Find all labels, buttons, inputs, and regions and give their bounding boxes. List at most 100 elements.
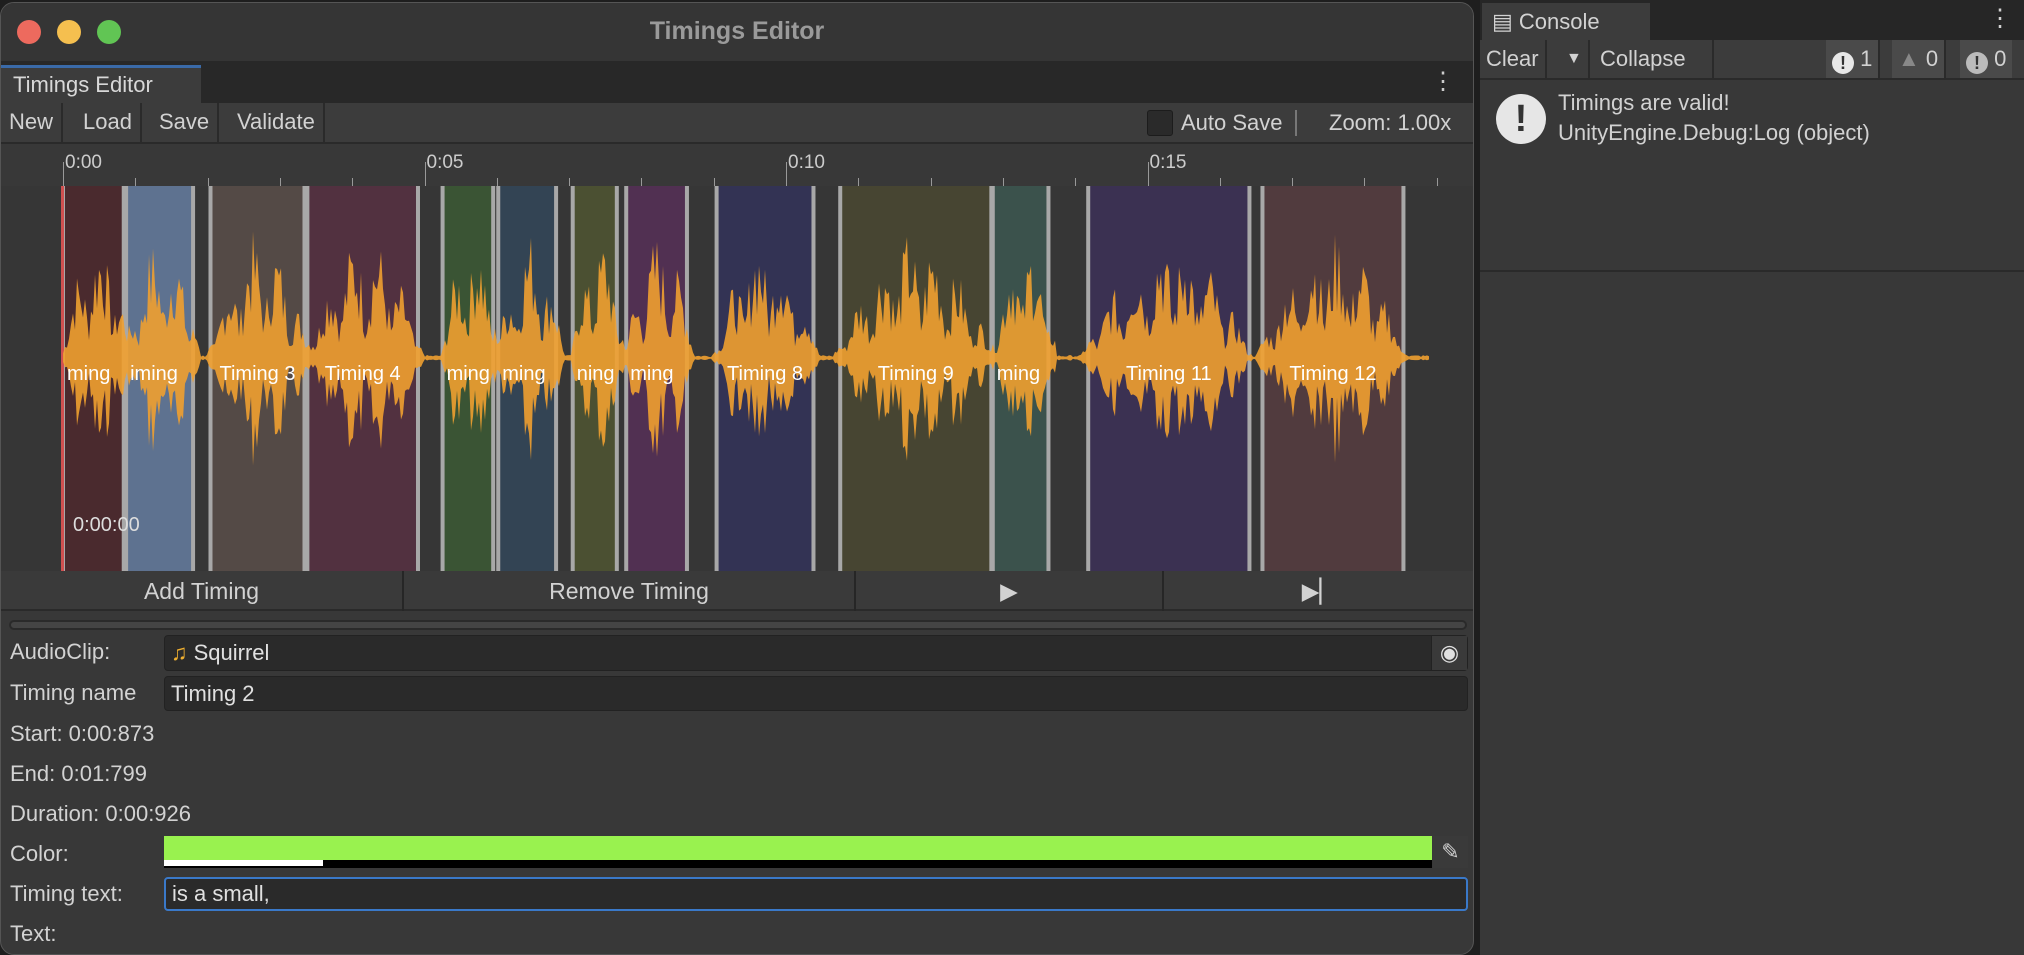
info-icon: ! [1832, 52, 1854, 74]
skip-next-icon: ▶▏ [1301, 578, 1338, 604]
timing-text-input[interactable] [164, 877, 1468, 911]
ruler-tick [279, 178, 281, 186]
warning-icon: ▲ [1898, 46, 1920, 71]
ruler-tick [713, 178, 715, 186]
console-panel: ▤ Console ⋮ Clear ▼ Collapse ! 1 ▲ 0 ! 0… [1480, 0, 2024, 955]
remove-timing-button[interactable]: Remove Timing [404, 571, 856, 611]
info-count: 1 [1860, 46, 1873, 71]
segment-label: Timing 3 [220, 363, 296, 385]
playhead [61, 186, 64, 571]
ruler-tick [424, 162, 426, 186]
segment-start-handle [496, 186, 501, 571]
color-field[interactable] [164, 836, 1432, 868]
auto-save-checkbox[interactable] [1147, 110, 1173, 136]
segment-label: Timing 12 [1289, 363, 1376, 385]
log-entry[interactable]: Timings are valid! UnityEngine.Debug:Log… [1558, 88, 1870, 148]
play-button[interactable]: ▶ [856, 571, 1164, 611]
ruler-tick [1436, 178, 1438, 186]
timing-name-input[interactable] [164, 676, 1468, 711]
segment-start-handle [208, 186, 213, 571]
segment-start-handle [714, 186, 719, 571]
ruler-tick [1002, 178, 1004, 186]
save-button[interactable]: Save [151, 103, 220, 142]
info-message-icon: ! [1496, 94, 1546, 144]
segment-start-handle [440, 186, 445, 571]
ruler-label: 0:05 [426, 152, 464, 173]
end-time: End: 0:01:799 [10, 761, 148, 786]
segment-start-handle [990, 186, 995, 571]
ruler-label: 0:15 [1149, 152, 1187, 173]
waveform-area[interactable]: ming iming Timing 3 Timing 4 ming ming ning min… [1, 186, 1473, 571]
window-title: Timings Editor [649, 17, 825, 45]
error-filter-toggle[interactable]: ! 0 [1960, 40, 2013, 78]
new-button[interactable]: New [1, 103, 64, 142]
ruler-tick [569, 178, 571, 186]
segment-start-handle [1260, 186, 1265, 571]
timings-editor-window: Timings Editor Timings Editor ⋮ New Load… [0, 2, 1474, 955]
tab-console[interactable]: ▤ Console [1482, 3, 1650, 40]
ruler-tick [63, 162, 64, 186]
segment-label: Timing 9 [878, 363, 954, 385]
segment-start-handle [838, 186, 843, 571]
audioclip-field[interactable]: ♫ Squirrel ◉ [164, 635, 1468, 671]
color-swatch [164, 836, 1432, 860]
segment-start-handle [624, 186, 629, 571]
segment-label: iming [130, 363, 178, 385]
ruler-tick [930, 178, 932, 186]
console-log-list[interactable]: ! Timings are valid! UnityEngine.Debug:L… [1480, 82, 2024, 272]
time-ruler[interactable]: 0:00 0:05 0:10 0:15 [1, 144, 1473, 186]
horizontal-scrollbar[interactable] [9, 620, 1467, 630]
audio-note-icon: ♫ [171, 640, 188, 665]
segment-end-handle [1401, 186, 1406, 571]
segment-label: Timing 11 [1126, 363, 1212, 385]
segment-label: ming [630, 363, 673, 385]
clear-button[interactable]: Clear [1480, 40, 1547, 78]
start-time: Start: 0:00:873 [10, 721, 155, 746]
tab-strip: Timings Editor ⋮ [1, 61, 1473, 103]
info-filter-toggle[interactable]: ! 1 [1826, 40, 1881, 78]
more-options-icon[interactable]: ⋮ [1988, 4, 2012, 33]
title-bar: Timings Editor [1, 3, 1473, 61]
ruler-tick [858, 178, 860, 186]
console-toolbar: Clear ▼ Collapse ! 1 ▲ 0 ! 0 [1480, 40, 2024, 80]
ruler-tick [1219, 178, 1221, 186]
validate-button[interactable]: Validate [229, 103, 325, 142]
skip-next-button[interactable]: ▶▏ [1164, 571, 1473, 611]
play-icon: ▶ [1000, 578, 1018, 604]
segment-start-handle [570, 186, 575, 571]
warning-filter-toggle[interactable]: ▲ 0 [1892, 40, 1947, 78]
segment-end-handle [1247, 186, 1252, 571]
more-options-icon[interactable]: ⋮ [1431, 67, 1455, 96]
console-tab-strip: ▤ Console ⋮ [1480, 0, 2024, 40]
segment-label: ming [997, 363, 1040, 385]
load-button[interactable]: Load [75, 103, 142, 142]
segment-start-handle [305, 186, 310, 571]
add-timing-button[interactable]: Add Timing [1, 571, 404, 611]
toolbar: New Load Save Validate Auto Save Zoom: 1… [1, 103, 1473, 144]
color-label: Color: [10, 841, 69, 866]
ruler-tick [641, 178, 643, 186]
segment-label: Timing 4 [325, 363, 401, 385]
segment-end-handle [415, 186, 420, 571]
ruler-label: 0:10 [788, 152, 825, 173]
timing-buttons: Add Timing Remove Timing ▶ ▶▏ [1, 571, 1473, 611]
ruler-tick [496, 178, 498, 186]
segment-label: Timing 8 [727, 363, 803, 385]
clear-options-dropdown[interactable]: ▼ [1560, 40, 1590, 78]
zoom-level: Zoom: 1.00x [1329, 110, 1452, 135]
ruler-tick [786, 162, 787, 186]
segment-label: ming [447, 363, 490, 385]
tab-timings-editor[interactable]: Timings Editor [1, 65, 201, 103]
timing-name-label: Timing name [10, 680, 137, 705]
collapse-button[interactable]: Collapse [1594, 40, 1714, 78]
ruler-tick [1292, 178, 1294, 186]
error-count: 0 [1994, 46, 2007, 71]
audioclip-value: Squirrel [193, 640, 270, 665]
object-picker-icon[interactable]: ◉ [1431, 636, 1467, 670]
ruler-tick [135, 178, 137, 186]
alpha-bar [164, 860, 323, 866]
log-stacktrace: UnityEngine.Debug:Log (object) [1558, 120, 1870, 145]
segment-label: ming [502, 363, 545, 385]
ruler-tick [352, 178, 354, 186]
eyedropper-icon[interactable]: ✎ [1433, 836, 1468, 868]
